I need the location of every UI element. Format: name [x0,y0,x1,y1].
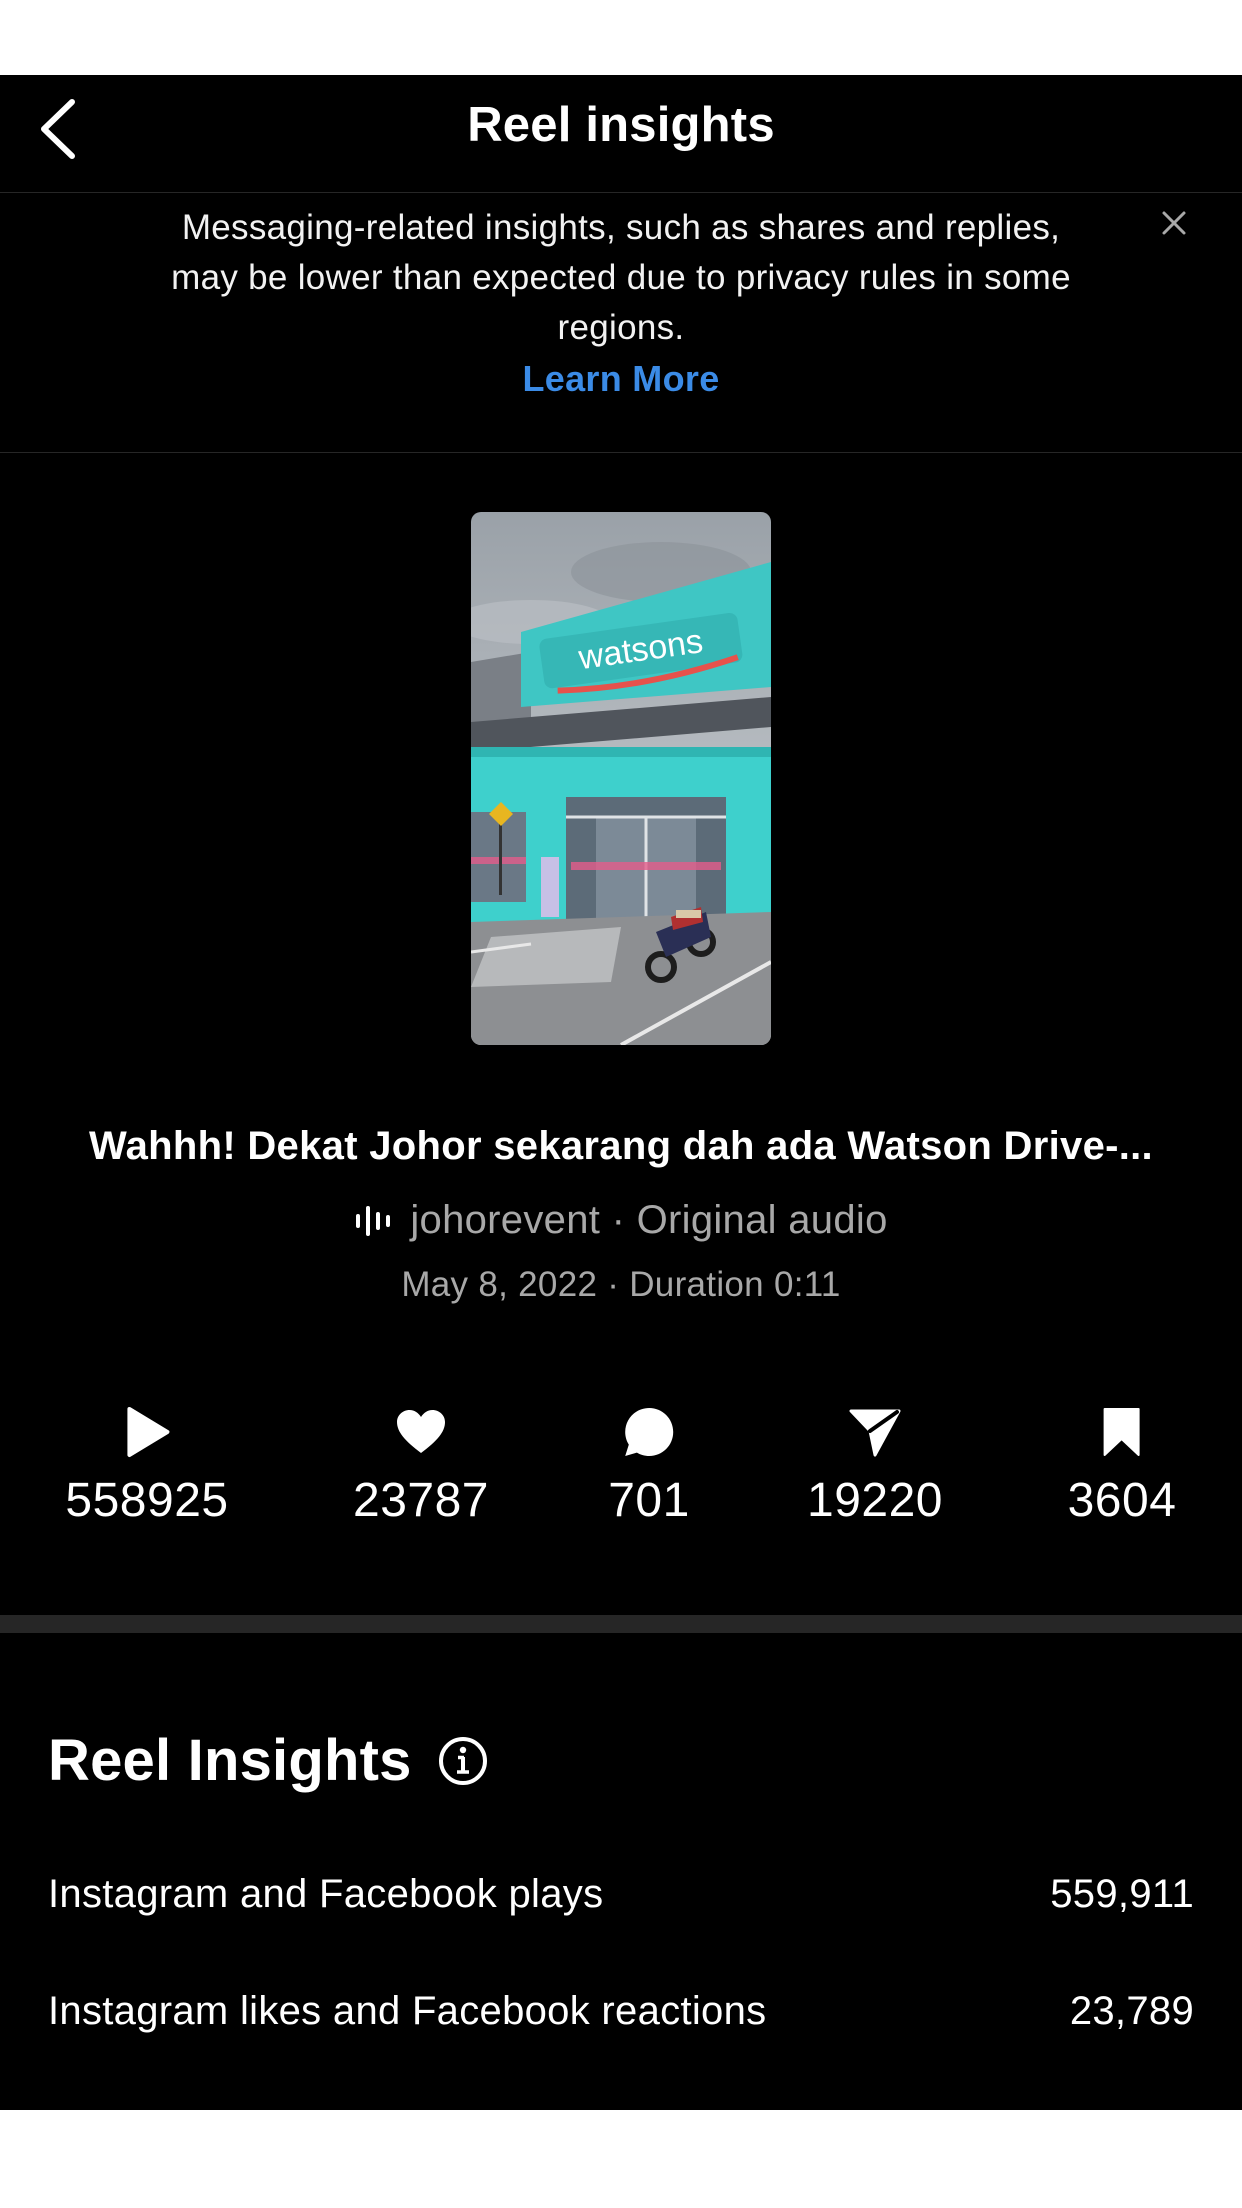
stat-comments: 701 [608,1405,690,1528]
insight-label: Instagram and Facebook plays [48,1872,604,1916]
heart-icon [396,1410,445,1453]
audio-label: johorevent · Original audio [410,1198,888,1242]
share-icon [849,1409,901,1457]
insights-section-heading: Reel Insights [48,1727,488,1794]
stat-likes: 23787 [353,1405,489,1528]
info-icon[interactable] [438,1736,488,1786]
audio-wave-icon [356,1205,391,1236]
stat-value: 23787 [353,1474,489,1527]
stat-value: 701 [608,1474,690,1527]
insight-row-plays: Instagram and Facebook plays 559,911 [48,1872,1194,1917]
insight-value: 23,789 [1069,1989,1194,2033]
stat-saves: 3604 [1068,1405,1177,1528]
stat-value: 19220 [807,1474,943,1527]
bookmark-icon [1104,1408,1140,1456]
notice-line: may be lower than expected due to privac… [171,258,1071,297]
stat-plays: 558925 [65,1405,228,1528]
audio-info[interactable]: johorevent · Original audio [0,1198,1242,1243]
comment-icon [625,1408,673,1456]
section-divider [0,1615,1242,1633]
notice-line: regions. [557,308,685,347]
insight-row-likes: Instagram likes and Facebook reactions 2… [48,1989,1194,2034]
stat-value: 3604 [1067,1474,1177,1527]
reel-thumbnail-image: watsons [471,512,771,1045]
reel-thumbnail[interactable]: watsons [471,512,771,1045]
notice-line: Messaging-related insights, such as shar… [181,208,1061,247]
learn-more-link[interactable]: Learn More [0,358,1242,400]
close-notice-button[interactable] [1154,203,1194,243]
insights-heading-text: Reel Insights [48,1728,412,1793]
top-bar: Reel insights [0,75,1242,193]
insight-value: 559,911 [1050,1872,1194,1916]
notice-text: Messaging-related insights, such as shar… [120,203,1122,353]
close-icon [1162,211,1186,235]
reel-insights-screen: Reel insights Messaging-related insights… [0,75,1242,2110]
reel-date-duration: May 8, 2022 · Duration 0:11 [401,1265,841,1304]
stat-value: 558925 [65,1474,229,1527]
stat-shares: 19220 [807,1405,943,1528]
bottom-area [0,2110,1242,2208]
reel-caption: Wahhh! Dekat Johor sekarang dah ada Wats… [89,1124,1153,1168]
insight-label: Instagram likes and Facebook reactions [48,1989,767,2033]
privacy-notice: Messaging-related insights, such as shar… [0,193,1242,453]
play-icon [126,1407,169,1457]
status-bar [0,0,1242,75]
page-title: Reel insights [467,98,775,152]
